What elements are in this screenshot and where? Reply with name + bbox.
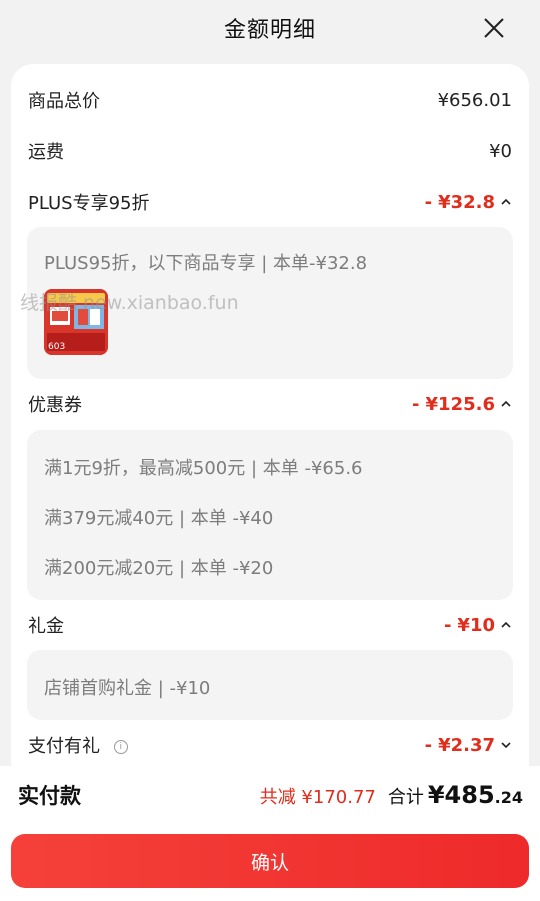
gift-row[interactable]: 礼金 - ¥10 — [28, 610, 512, 640]
gift-amount: ¥10 — [457, 614, 495, 636]
subtotal-value: ¥656.01 — [437, 89, 512, 111]
payment-gift-label-wrap: 支付有礼 i — [28, 732, 128, 758]
plus-discount-amount: ¥32.8 — [438, 191, 495, 213]
header: 金额明细 — [0, 0, 540, 56]
subtotal-row: 商品总价 ¥656.01 — [28, 85, 512, 115]
page-title: 金额明细 — [223, 18, 316, 43]
footer-summary: 实付款 共减 ¥170.77 合计 ¥485 .24 — [0, 766, 540, 824]
confirm-button[interactable]: 确认 — [11, 834, 529, 888]
chevron-up-icon[interactable] — [500, 196, 512, 208]
thumb-badge: 603 — [48, 342, 66, 352]
chevron-up-icon[interactable] — [500, 619, 512, 631]
coupon-label: 优惠券 — [28, 395, 82, 416]
total-amount-decimal: .24 — [494, 788, 523, 807]
close-icon — [484, 18, 504, 38]
payment-gift-value: - ¥2.37 — [425, 735, 512, 756]
shipping-label: 运费 — [28, 142, 64, 163]
gift-detail-line: 店铺首购礼金 | -¥10 — [44, 678, 211, 699]
plus-discount-label: PLUS专享95折 — [28, 193, 150, 214]
shipping-row: 运费 ¥0 — [28, 136, 512, 166]
minus-sign: - — [424, 734, 433, 756]
payment-gift-row[interactable]: 支付有礼 i - ¥2.37 — [28, 730, 512, 760]
watermark: 线报酷 new.xianbao.fun — [20, 292, 239, 314]
coupon-row[interactable]: 优惠券 - ¥125.6 — [28, 389, 512, 419]
coupon-value: - ¥125.6 — [412, 394, 512, 415]
coupon-amount: ¥125.6 — [425, 393, 495, 415]
plus-discount-row[interactable]: PLUS专享95折 - ¥32.8 — [28, 187, 512, 217]
payment-gift-amount: ¥2.37 — [438, 734, 495, 756]
total-label: 合计 — [387, 787, 424, 808]
amount-detail-card: 商品总价 ¥656.01 运费 ¥0 PLUS专享95折 - ¥32.8 PLU… — [11, 64, 529, 784]
minus-sign: - — [412, 393, 420, 415]
minus-sign: - — [443, 614, 452, 636]
plus-detail-line: PLUS95折，以下商品专享 | 本单-¥32.8 — [44, 253, 368, 274]
coupon-detail-line: 满379元减40元 | 本单 -¥40 — [44, 508, 274, 529]
actual-payment-label: 实付款 — [18, 784, 81, 808]
chevron-up-icon[interactable] — [500, 398, 512, 410]
coupon-detail-line: 满1元9折，最高减500元 | 本单 -¥65.6 — [44, 458, 363, 479]
total-saved: 共减 ¥170.77 — [259, 787, 376, 808]
gift-label: 礼金 — [28, 616, 64, 637]
gift-detail-box: 店铺首购礼金 | -¥10 — [27, 650, 513, 720]
total-amount-integer: ¥485 — [427, 781, 495, 809]
coupon-detail-box: 满1元9折，最高减500元 | 本单 -¥65.6 满379元减40元 | 本单… — [27, 430, 513, 600]
payment-gift-label: 支付有礼 — [28, 736, 100, 757]
plus-discount-value: - ¥32.8 — [425, 192, 512, 213]
info-icon[interactable]: i — [113, 740, 128, 754]
gift-value: - ¥10 — [444, 615, 512, 636]
chevron-down-icon[interactable] — [500, 739, 512, 751]
coupon-detail-line: 满200元减20元 | 本单 -¥20 — [44, 558, 274, 579]
close-button[interactable] — [476, 10, 512, 46]
subtotal-label: 商品总价 — [28, 91, 100, 112]
shipping-value: ¥0 — [489, 140, 512, 162]
minus-sign: - — [424, 191, 433, 213]
footer-total: 共减 ¥170.77 合计 ¥485 .24 — [260, 781, 523, 809]
